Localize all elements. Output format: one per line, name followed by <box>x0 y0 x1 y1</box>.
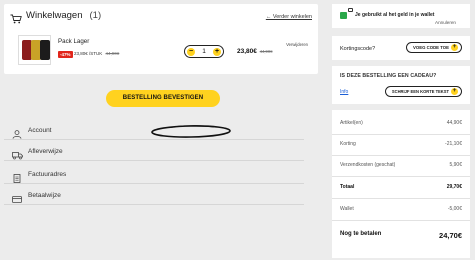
unit-price: 23,80€ /STUK 44,90€ <box>74 51 119 56</box>
accordion-label: Betaalwijze <box>28 192 61 199</box>
summary-label: Verzendkosten (geschat) <box>340 162 396 168</box>
credit-card-icon <box>12 191 22 203</box>
cart-title: Winkelwagen <box>26 10 83 21</box>
add-voucher-button[interactable]: VOEG CODE TOE + <box>406 42 462 53</box>
summary-total: Totaal 29,70€ <box>340 184 462 190</box>
summary-wallet: Wallet -5,00€ <box>340 206 462 212</box>
wallet-checkbox[interactable] <box>340 12 347 19</box>
write-gift-message-label: SCHRIJF EEN KORTE TEKST <box>391 89 449 94</box>
gift-info-link[interactable]: Info <box>340 89 348 95</box>
write-gift-message-button[interactable]: SCHRIJF EEN KORTE TEKST + <box>384 86 462 97</box>
remove-item-link[interactable]: Verwijderen <box>286 42 308 47</box>
gift-title: IS DEZE BESTELLING EEN CADEAU? <box>340 73 437 79</box>
confirm-order-button[interactable]: BESTELLING BEVESTIGEN <box>106 90 220 107</box>
scribble-annotation <box>151 125 231 138</box>
accordion-label: Account <box>28 127 52 134</box>
order-summary: Artikel(en) 44,90€ Korting -21,10€ Verze… <box>332 110 470 258</box>
divider <box>332 176 470 177</box>
accordion-billing-address[interactable]: Factuuradres <box>4 166 304 184</box>
summary-value: 29,70€ <box>446 184 462 190</box>
discount-badge: -47% <box>58 51 73 58</box>
summary-value: -5,00€ <box>447 206 462 212</box>
line-total: 23,80€ 44,90€ <box>237 48 273 55</box>
summary-label: Totaal <box>340 184 355 190</box>
unit-price-current: 23,80€ /STUK <box>74 51 103 56</box>
summary-value: 5,90€ <box>449 162 462 168</box>
summary-value: 44,90€ <box>446 120 462 126</box>
quantity-stepper[interactable]: − 1 + <box>184 45 224 58</box>
summary-label: Wallet <box>340 206 354 212</box>
product-thumbnail[interactable] <box>18 35 51 65</box>
amount-due-label: Nog te betalen <box>340 231 382 237</box>
cart-count: (1) <box>89 10 102 21</box>
quantity-value[interactable]: 1 <box>202 48 206 55</box>
summary-amount-due: Nog te betalen 24,70€ <box>340 231 462 240</box>
accordion-delivery[interactable]: Afleverwijze <box>4 143 304 161</box>
line-total-current: 23,80€ <box>237 48 257 55</box>
summary-shipping: Verzendkosten (geschat) 5,90€ <box>340 162 462 168</box>
accordion-label: Factuuradres <box>28 171 67 178</box>
increase-quantity-button[interactable]: + <box>213 47 221 56</box>
add-voucher-label: VOEG CODE TOE <box>413 45 449 50</box>
cart-card: Winkelwagen (1) ← Verder winkelen Pack L… <box>4 4 318 74</box>
wallet-message: Je gebruikt al het geld in je wallet <box>355 12 435 18</box>
wallet-card: Je gebruikt al het geld in je wallet Ann… <box>332 4 470 28</box>
beer-can-image <box>40 40 50 60</box>
accordion-payment[interactable]: Betaalwijze <box>4 187 304 205</box>
gift-card: IS DEZE BESTELLING EEN CADEAU? Info SCHR… <box>332 66 470 104</box>
voucher-label: Kortingscode? <box>340 46 376 52</box>
product-name[interactable]: Pack Lager <box>58 38 89 45</box>
divider <box>332 134 470 135</box>
cart-header: Winkelwagen (1) <box>10 10 102 23</box>
summary-label: Korting <box>340 141 356 147</box>
continue-shopping-link[interactable]: ← Verder winkelen <box>266 14 312 20</box>
plus-icon: + <box>451 88 458 95</box>
decrease-quantity-button[interactable]: − <box>187 47 195 56</box>
voucher-card: Kortingscode? VOEG CODE TOE + <box>332 36 470 60</box>
divider <box>332 155 470 156</box>
wallet-icon <box>348 8 353 12</box>
summary-value: -21,10€ <box>445 141 462 147</box>
shopping-cart-icon <box>10 11 22 23</box>
user-icon <box>12 126 22 139</box>
divider <box>332 220 470 221</box>
summary-articles: Artikel(en) 44,90€ <box>340 120 462 126</box>
truck-icon <box>12 147 23 160</box>
wallet-cancel-link[interactable]: Annuleren <box>435 20 456 25</box>
summary-label: Artikel(en) <box>340 120 363 126</box>
divider <box>332 198 470 199</box>
line-total-old: 44,90€ <box>259 49 273 54</box>
summary-discount: Korting -21,10€ <box>340 141 462 147</box>
amount-due-value: 24,70€ <box>439 231 462 240</box>
accordion-label: Afleverwijze <box>28 148 63 155</box>
plus-icon: + <box>451 44 458 51</box>
document-icon <box>12 170 22 183</box>
unit-price-old: 44,90€ <box>105 51 120 56</box>
